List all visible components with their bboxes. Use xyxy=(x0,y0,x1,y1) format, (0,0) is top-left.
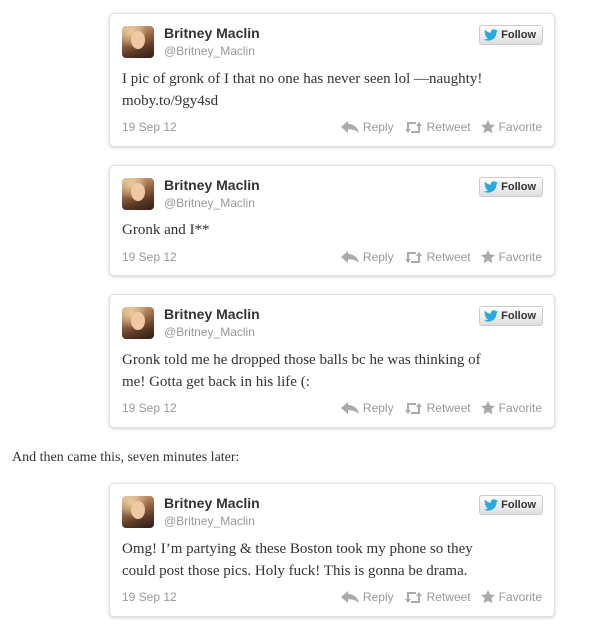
retweet-label: Retweet xyxy=(426,120,471,134)
follow-button[interactable]: Follow xyxy=(479,177,543,197)
tweet-text: Gronk and I** xyxy=(122,222,210,238)
author-name[interactable]: Britney Maclin xyxy=(164,25,260,41)
retweet-icon xyxy=(404,251,422,263)
reply-label: Reply xyxy=(362,401,394,415)
favorite-button[interactable]: Favorite xyxy=(480,590,542,604)
twitter-bird-icon xyxy=(484,310,499,322)
star-icon xyxy=(480,401,495,415)
star-icon xyxy=(480,250,495,264)
tweet-card: Britney Maclin @Britney_Maclin Follow I … xyxy=(109,13,555,147)
twitter-bird-icon xyxy=(484,499,499,511)
narration-text: And then came this, seven minutes later: xyxy=(12,450,240,465)
author-handle[interactable]: @Britney_Maclin xyxy=(164,44,255,58)
twitter-bird-icon xyxy=(484,181,499,193)
reply-icon xyxy=(340,251,359,263)
avatar[interactable] xyxy=(122,178,154,210)
author-handle[interactable]: @Britney_Maclin xyxy=(164,196,255,210)
reply-icon xyxy=(340,591,359,603)
favorite-label: Favorite xyxy=(498,120,542,134)
retweet-label: Retweet xyxy=(426,250,471,264)
favorite-button[interactable]: Favorite xyxy=(480,120,542,134)
tweet-actions: Reply Retweet Favorite xyxy=(340,250,542,264)
retweet-button[interactable]: Retweet xyxy=(404,120,471,134)
reply-icon xyxy=(340,402,359,414)
tweet-actions: Reply Retweet Favorite xyxy=(340,401,542,415)
tweet-card: Britney Maclin @Britney_Maclin Follow Om… xyxy=(109,483,555,617)
tweet-text: Omg! I’m partying & these Boston took my… xyxy=(122,541,473,579)
author-handle[interactable]: @Britney_Maclin xyxy=(164,514,255,528)
reply-label: Reply xyxy=(362,250,394,264)
follow-label: Follow xyxy=(501,499,536,511)
author-name[interactable]: Britney Maclin xyxy=(164,177,260,193)
retweet-label: Retweet xyxy=(426,401,471,415)
favorite-label: Favorite xyxy=(498,250,542,264)
retweet-button[interactable]: Retweet xyxy=(404,590,471,604)
favorite-button[interactable]: Favorite xyxy=(480,401,542,415)
follow-button[interactable]: Follow xyxy=(479,25,543,45)
retweet-icon xyxy=(404,591,422,603)
star-icon xyxy=(480,590,495,604)
follow-label: Follow xyxy=(501,29,536,41)
retweet-icon xyxy=(404,402,422,414)
avatar[interactable] xyxy=(122,307,154,339)
avatar[interactable] xyxy=(122,496,154,528)
reply-button[interactable]: Reply xyxy=(340,120,394,134)
author-handle[interactable]: @Britney_Maclin xyxy=(164,325,255,339)
favorite-button[interactable]: Favorite xyxy=(480,250,542,264)
tweet-date[interactable]: 19 Sep 12 xyxy=(122,401,177,415)
reply-label: Reply xyxy=(362,590,394,604)
tweet-card: Britney Maclin @Britney_Maclin Follow Gr… xyxy=(109,165,555,276)
tweet-text: Gronk told me he dropped those balls bc … xyxy=(122,352,481,390)
reply-button[interactable]: Reply xyxy=(340,401,394,415)
tweet-actions: Reply Retweet Favorite xyxy=(340,590,542,604)
tweet-date[interactable]: 19 Sep 12 xyxy=(122,590,177,604)
retweet-label: Retweet xyxy=(426,590,471,604)
follow-button[interactable]: Follow xyxy=(479,495,543,515)
follow-button[interactable]: Follow xyxy=(479,306,543,326)
star-icon xyxy=(480,120,495,134)
retweet-button[interactable]: Retweet xyxy=(404,250,471,264)
twitter-bird-icon xyxy=(484,29,499,41)
tweet-text: I pic of gronk of I that no one has neve… xyxy=(122,71,483,109)
reply-icon xyxy=(340,121,359,133)
tweet-date[interactable]: 19 Sep 12 xyxy=(122,250,177,264)
author-name[interactable]: Britney Maclin xyxy=(164,306,260,322)
reply-label: Reply xyxy=(362,120,394,134)
avatar[interactable] xyxy=(122,26,154,58)
favorite-label: Favorite xyxy=(498,401,542,415)
favorite-label: Favorite xyxy=(498,590,542,604)
follow-label: Follow xyxy=(501,181,536,193)
author-name[interactable]: Britney Maclin xyxy=(164,495,260,511)
tweet-actions: Reply Retweet Favorite xyxy=(340,120,542,134)
tweet-date[interactable]: 19 Sep 12 xyxy=(122,120,177,134)
tweet-card: Britney Maclin @Britney_Maclin Follow Gr… xyxy=(109,294,555,428)
retweet-icon xyxy=(404,121,422,133)
reply-button[interactable]: Reply xyxy=(340,590,394,604)
retweet-button[interactable]: Retweet xyxy=(404,401,471,415)
follow-label: Follow xyxy=(501,310,536,322)
reply-button[interactable]: Reply xyxy=(340,250,394,264)
